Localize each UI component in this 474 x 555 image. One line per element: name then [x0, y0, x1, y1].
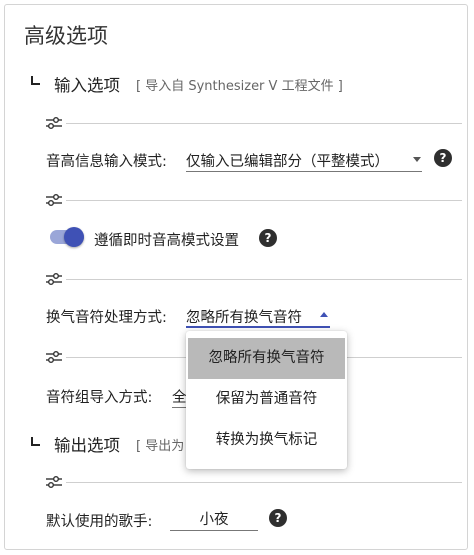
singer-label: 默认使用的歌手: — [46, 514, 153, 530]
chevron-down-icon[interactable] — [413, 157, 421, 162]
collapse-icon[interactable] — [31, 437, 40, 446]
breath-mode-label: 换气音符处理方式: — [46, 310, 167, 326]
divider — [66, 279, 462, 280]
help-icon[interactable]: ? — [434, 149, 452, 167]
group-import-value[interactable]: 全 — [172, 386, 187, 407]
divider — [66, 482, 462, 483]
help-icon[interactable]: ? — [269, 509, 287, 527]
output-section-label[interactable]: 输出选项 — [54, 432, 120, 456]
sliders-icon — [46, 476, 62, 488]
pitch-mode-value: 仅输入已编辑部分（平整模式） — [186, 154, 389, 170]
menu-option-keep[interactable]: 保留为普通音符 — [188, 379, 345, 420]
pitch-mode-label: 音高信息输入模式: — [46, 154, 167, 170]
menu-option-ignore[interactable]: 忽略所有换气音符 — [188, 338, 345, 379]
panel-title: 高级选项 — [24, 24, 108, 48]
breath-mode-select[interactable]: 忽略所有换气音符 — [186, 302, 330, 328]
help-icon[interactable]: ? — [259, 229, 277, 247]
input-section-hint: [ 导入自 Synthesizer V 工程文件 ] — [136, 79, 343, 94]
pitch-mode-select[interactable]: 仅输入已编辑部分（平整模式） — [186, 146, 422, 172]
breath-mode-menu: 忽略所有换气音符 保留为普通音符 转换为换气标记 — [186, 331, 347, 469]
sliders-icon — [46, 117, 62, 129]
output-section-hint: [ 导出为 — [136, 439, 185, 454]
group-import-label: 音符组导入方式: — [46, 390, 153, 406]
breath-mode-value: 忽略所有换气音符 — [186, 310, 302, 326]
sliders-icon — [46, 273, 62, 285]
collapse-icon[interactable] — [31, 76, 40, 85]
singer-input[interactable]: 小夜 — [170, 505, 258, 531]
sliders-icon — [46, 351, 62, 363]
group-import-underline — [172, 407, 186, 408]
chevron-up-icon[interactable] — [320, 312, 328, 317]
divider — [66, 200, 462, 201]
menu-option-convert[interactable]: 转换为换气标记 — [188, 420, 345, 461]
toggle-thumb[interactable] — [64, 227, 84, 247]
divider — [66, 123, 462, 124]
sliders-icon — [46, 194, 62, 206]
follow-pitch-label[interactable]: 遵循即时音高模式设置 — [94, 229, 239, 250]
input-section-label[interactable]: 输入选项 — [54, 72, 120, 96]
